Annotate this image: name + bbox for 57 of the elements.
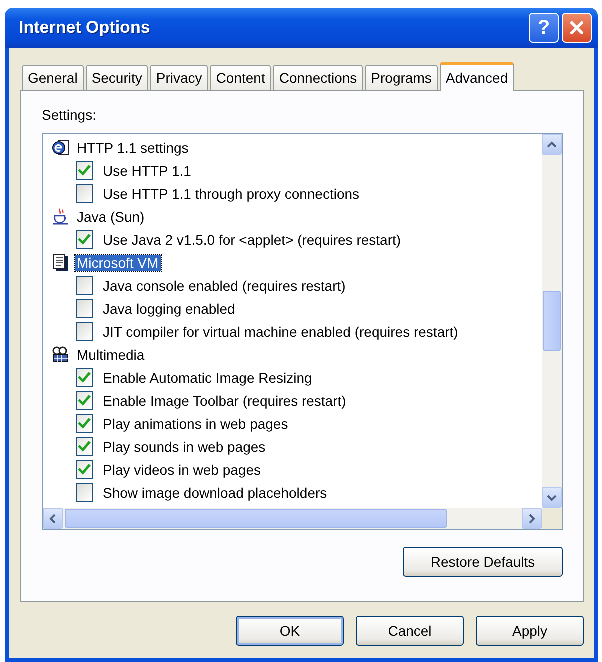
settings-label: Settings: <box>42 107 98 123</box>
scroll-up-icon[interactable] <box>542 134 562 155</box>
category-label[interactable]: Java (Sun) <box>75 208 147 224</box>
option-label: Play animations in web pages <box>103 416 288 432</box>
scrollbar-corner <box>542 508 562 529</box>
option-label: Java console enabled (requires restart) <box>103 278 346 294</box>
option-label: Java logging enabled <box>103 300 236 316</box>
option-label: Enable Automatic Image Resizing <box>103 370 312 386</box>
checkbox[interactable] <box>76 184 93 203</box>
checkbox[interactable] <box>76 161 93 180</box>
checkbox[interactable] <box>76 322 93 341</box>
multimedia-icon <box>52 346 70 364</box>
tab[interactable]: Security <box>86 65 148 90</box>
window-title: Internet Options <box>19 18 150 38</box>
scroll-thumb[interactable] <box>543 291 561 351</box>
scroll-down-icon[interactable] <box>542 487 562 508</box>
checkbox[interactable] <box>76 414 93 433</box>
checkbox[interactable] <box>76 299 93 318</box>
tab[interactable]: Connections <box>273 65 364 90</box>
coffee-cup-icon <box>52 208 70 226</box>
globe-e-icon <box>52 138 70 156</box>
tab[interactable]: Content <box>210 65 272 90</box>
tab[interactable]: Programs <box>365 65 438 90</box>
checkbox[interactable] <box>76 483 93 502</box>
document-icon <box>52 254 70 272</box>
checkbox[interactable] <box>76 368 93 387</box>
option-label: Enable Image Toolbar (requires restart) <box>103 392 346 408</box>
dialog-button[interactable]: Apply <box>476 616 584 646</box>
checkbox[interactable] <box>76 230 93 249</box>
close-icon <box>569 20 585 36</box>
close-button[interactable] <box>562 13 592 43</box>
option-label: Use HTTP 1.1 through proxy connections <box>103 186 360 202</box>
checkbox[interactable] <box>76 276 93 295</box>
horizontal-scrollbar[interactable] <box>43 508 542 529</box>
option-label: Show image download placeholders <box>103 484 328 500</box>
help-button[interactable]: ? <box>529 13 559 43</box>
scroll-right-icon[interactable] <box>522 508 542 529</box>
vertical-scrollbar[interactable] <box>542 134 562 508</box>
scroll-left-icon[interactable] <box>43 508 63 529</box>
option-label: Play videos in web pages <box>103 462 261 478</box>
checkbox[interactable] <box>76 460 93 479</box>
option-label: JIT compiler for virtual machine enabled (requires restart) <box>103 324 458 340</box>
scroll-thumb[interactable] <box>65 509 447 528</box>
restore-defaults-button[interactable]: Restore Defaults <box>403 547 563 577</box>
dialog-button[interactable]: Cancel <box>356 616 464 646</box>
category-label[interactable]: HTTP 1.1 settings <box>75 140 191 156</box>
tab[interactable]: General <box>22 65 84 90</box>
option-label: Play sounds in web pages <box>103 438 266 454</box>
category-label[interactable]: Multimedia <box>75 346 147 362</box>
tab[interactable]: Advanced <box>440 62 514 91</box>
checkbox[interactable] <box>76 391 93 410</box>
checkbox[interactable] <box>76 437 93 456</box>
option-label: Use Java 2 v1.5.0 for <applet> (requires restart) <box>103 232 402 248</box>
dialog-button[interactable]: OK <box>236 616 344 646</box>
option-label: Use HTTP 1.1 <box>103 162 192 178</box>
tab[interactable]: Privacy <box>150 65 208 90</box>
category-label[interactable]: Microsoft VM <box>75 254 161 270</box>
